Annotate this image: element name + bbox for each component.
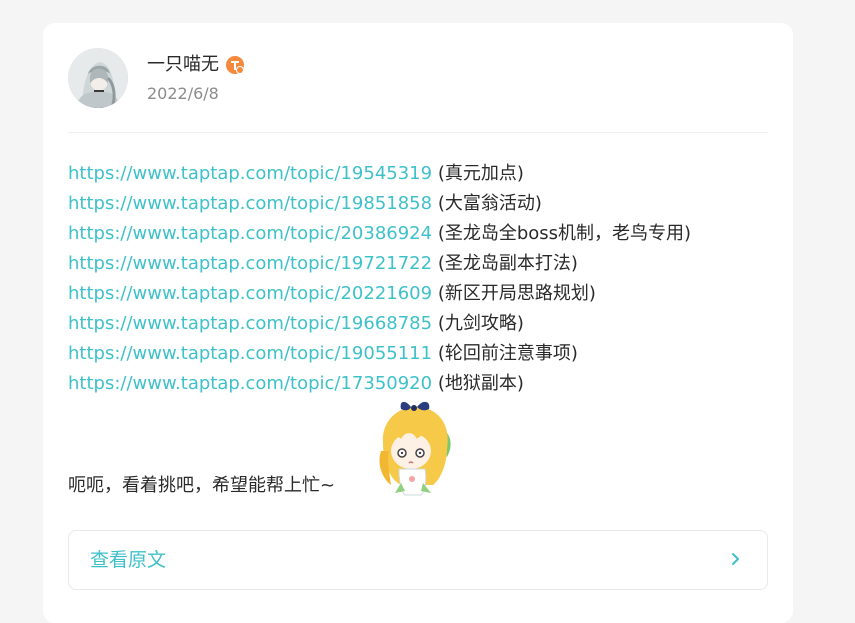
anime-avatar-icon	[68, 48, 128, 108]
link-note: (圣龙岛副本打法)	[437, 253, 578, 274]
post-card: 一只喵无 2022/6/8 https://www.taptap.com/top…	[43, 23, 793, 623]
topic-link[interactable]: https://www.taptap.com/topic/19668785	[68, 313, 432, 334]
topic-link[interactable]: https://www.taptap.com/topic/19055111	[68, 343, 432, 364]
link-note: (真元加点)	[437, 163, 524, 184]
list-item: https://www.taptap.com/topic/19668785 (九…	[68, 309, 691, 339]
closing-text: 呃呃，看着挑吧，希望能帮上忙~	[68, 475, 336, 496]
link-note: (新区开局思路规划)	[437, 283, 596, 304]
topic-link[interactable]: https://www.taptap.com/topic/19545319	[68, 163, 432, 184]
topic-link[interactable]: https://www.taptap.com/topic/17350920	[68, 373, 432, 394]
post-date: 2022/6/8	[147, 84, 219, 103]
link-note: (大富翁活动)	[437, 193, 542, 214]
topic-link[interactable]: https://www.taptap.com/topic/19721722	[68, 253, 432, 274]
view-original-label: 查看原文	[90, 549, 167, 571]
author-avatar[interactable]	[68, 48, 128, 108]
link-note: (轮回前注意事项)	[437, 343, 578, 364]
list-item: https://www.taptap.com/topic/20386924 (圣…	[68, 219, 691, 249]
link-note: (圣龙岛全boss机制，老鸟专用)	[437, 223, 692, 244]
topic-link[interactable]: https://www.taptap.com/topic/20221609	[68, 283, 432, 304]
list-item: https://www.taptap.com/topic/17350920 (地…	[68, 369, 691, 399]
verified-badge-icon	[225, 55, 245, 75]
list-item: https://www.taptap.com/topic/20221609 (新…	[68, 279, 691, 309]
anime-girl-sticker-icon	[371, 399, 463, 499]
list-item: https://www.taptap.com/topic/19721722 (圣…	[68, 249, 691, 279]
view-original-button[interactable]: 查看原文	[68, 530, 768, 590]
author-name[interactable]: 一只喵无	[147, 53, 219, 77]
list-item: https://www.taptap.com/topic/19545319 (真…	[68, 159, 691, 189]
link-note: (九剑攻略)	[437, 313, 524, 334]
divider	[68, 132, 768, 133]
link-note: (地狱副本)	[437, 373, 524, 394]
chevron-right-icon	[727, 551, 743, 567]
list-item: https://www.taptap.com/topic/19055111 (轮…	[68, 339, 691, 369]
topic-link[interactable]: https://www.taptap.com/topic/20386924	[68, 223, 432, 244]
topic-link[interactable]: https://www.taptap.com/topic/19851858	[68, 193, 432, 214]
author-name-row: 一只喵无	[147, 53, 245, 77]
link-list: https://www.taptap.com/topic/19545319 (真…	[68, 159, 691, 399]
list-item: https://www.taptap.com/topic/19851858 (大…	[68, 189, 691, 219]
